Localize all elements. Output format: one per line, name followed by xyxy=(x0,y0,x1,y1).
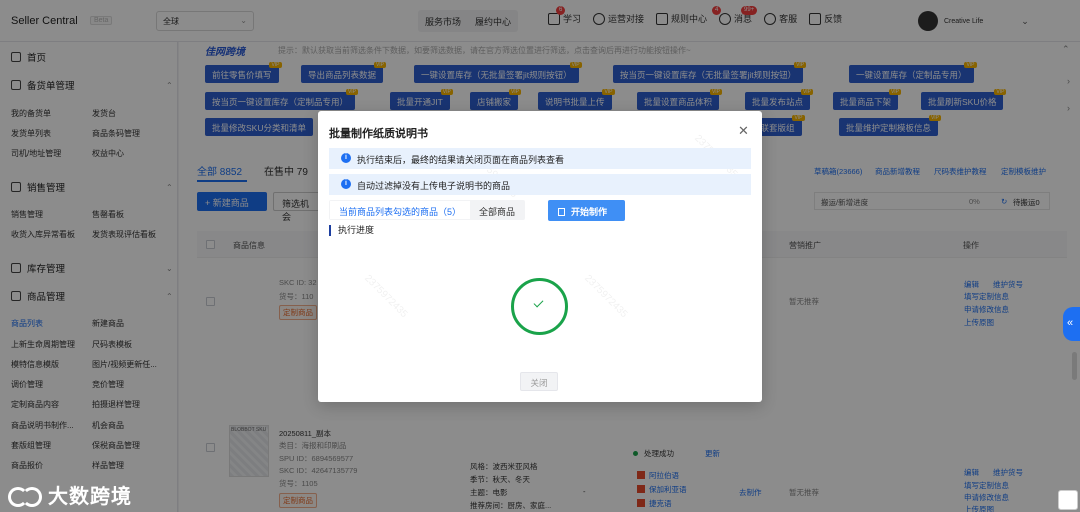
floating-widget[interactable] xyxy=(1058,490,1078,510)
info-icon: i xyxy=(341,179,351,189)
scope-segmented-control: 当前商品列表勾选的商品（5） 全部商品 xyxy=(329,200,526,220)
modal-title: 批量制作纸质说明书 xyxy=(329,128,428,140)
side-panel-tab[interactable]: « xyxy=(1063,307,1080,341)
double-chevron-left-icon: « xyxy=(1067,317,1074,329)
start-button[interactable]: 开始制作 xyxy=(548,200,625,221)
start-label: 开始制作 xyxy=(571,207,608,217)
close-icon[interactable]: ✕ xyxy=(738,123,749,139)
info-text: 执行结束后，最终的结果请关闭页面在商品列表查看 xyxy=(357,155,565,165)
check-icon xyxy=(533,297,544,308)
info-line-filter: i 自动过滤掉没有上传电子说明书的商品 xyxy=(329,174,751,195)
close-button[interactable]: 关闭 xyxy=(520,372,558,391)
modal-watermark: 2375972435 xyxy=(582,272,630,321)
scrollbar-thumb[interactable] xyxy=(1072,352,1077,380)
success-icon xyxy=(511,278,568,335)
watermark-logo: 大数跨境 xyxy=(8,480,132,509)
document-icon xyxy=(558,208,565,216)
scope-all-products[interactable]: 全部商品 xyxy=(470,201,524,219)
info-icon: i xyxy=(341,153,351,163)
watermark-text: 大数跨境 xyxy=(48,486,132,508)
infinity-icon xyxy=(8,485,44,507)
info-line-result: i 执行结束后，最终的结果请关闭页面在商品列表查看 xyxy=(329,148,751,169)
progress-title: 执行进度 xyxy=(329,225,374,236)
scope-selected-products[interactable]: 当前商品列表勾选的商品（5） xyxy=(330,201,471,219)
info-text: 自动过滤掉没有上传电子说明书的商品 xyxy=(357,181,511,191)
manual-modal: 2375972435 2375972435 2375972435 2375972… xyxy=(318,111,762,402)
modal-watermark: 2375972435 xyxy=(362,272,410,321)
